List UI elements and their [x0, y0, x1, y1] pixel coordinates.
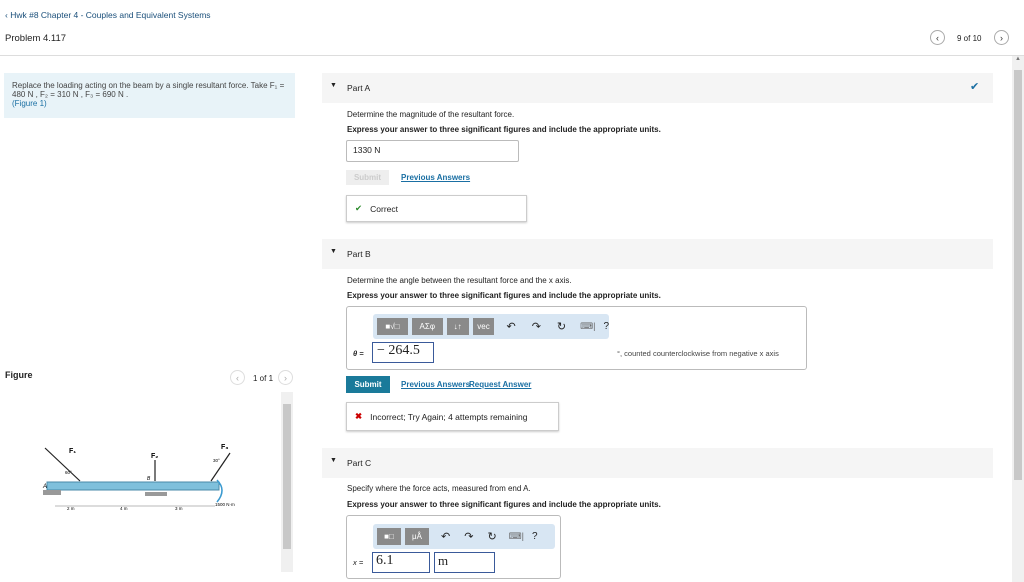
- templates-button[interactable]: ■□: [377, 528, 401, 545]
- beam: [46, 481, 220, 491]
- f3-label: F₃: [221, 444, 229, 451]
- a-label: A: [42, 484, 47, 490]
- next-problem-button[interactable]: ›: [994, 30, 1009, 45]
- help-icon[interactable]: ?: [532, 531, 538, 542]
- part-a-previous-answers-link[interactable]: Previous Answers: [401, 173, 470, 182]
- part-b-previous-answers-link[interactable]: Previous Answers: [401, 380, 470, 389]
- undo-icon[interactable]: ↶: [441, 530, 450, 543]
- feedback-text: Incorrect; Try Again; 4 attempts remaini…: [370, 411, 528, 422]
- request-answer-link[interactable]: Request Answer: [469, 380, 531, 389]
- redo-icon[interactable]: ↷: [464, 530, 473, 543]
- beam-figure: F₁ F₂ F₃ A B 60° 30° 1500 N·m 2 m 4 m 3 …: [42, 444, 235, 511]
- keyboard-icon[interactable]: ⌨|: [580, 321, 595, 332]
- figure-pager: 1 of 1: [253, 374, 274, 383]
- caret-down-icon[interactable]: ▼: [330, 457, 337, 464]
- keyboard-icon[interactable]: ⌨|: [509, 531, 524, 542]
- reset-icon[interactable]: ↻: [557, 320, 566, 333]
- prev-problem-button[interactable]: ‹: [930, 30, 945, 45]
- caret-down-icon[interactable]: ▼: [330, 82, 337, 89]
- part-a-feedback: ✔ Correct: [346, 195, 527, 222]
- part-b-answer-box: ■√□ ΑΣφ ↓↑ vec ↶ ↷ ↻ ⌨| ? θ = − 264.5 °,…: [346, 306, 807, 370]
- part-c-header[interactable]: [322, 448, 993, 478]
- units-button[interactable]: μÅ: [405, 528, 429, 545]
- part-b-answer-input[interactable]: − 264.5: [372, 342, 434, 363]
- help-icon[interactable]: ?: [603, 321, 609, 332]
- page-scrollbar[interactable]: ▲: [1012, 56, 1024, 582]
- pin-support: [43, 490, 61, 495]
- f1-label: F₁: [69, 448, 76, 455]
- part-a-answer-input[interactable]: 1330 N: [346, 140, 519, 162]
- divider: [0, 55, 1024, 56]
- f2-label: F₂: [151, 453, 158, 460]
- undo-icon[interactable]: ↶: [506, 320, 515, 333]
- part-c-instructions: Express your answer to three significant…: [347, 500, 661, 509]
- part-c-value-input[interactable]: 6.1: [372, 552, 430, 573]
- part-c-answer-box: ■□ μÅ ↶ ↷ ↻ ⌨| ? x = 6.1 m: [346, 515, 561, 579]
- part-b-instructions: Express your answer to three significant…: [347, 291, 661, 300]
- part-b-submit-button[interactable]: Submit: [346, 376, 390, 393]
- unit-note: °, counted counterclockwise from negativ…: [617, 349, 779, 358]
- dim-2m: 2 m: [67, 506, 75, 511]
- arrows-button[interactable]: ↓↑: [446, 318, 469, 335]
- angle-30-label: 30°: [213, 458, 220, 463]
- problem-pager: 9 of 10: [957, 34, 982, 43]
- part-c-title: Part C: [347, 458, 372, 468]
- b-label: B: [147, 476, 151, 482]
- math-toolbar: ■√□ ΑΣφ ↓↑ vec ↶ ↷ ↻ ⌨| ?: [373, 314, 609, 339]
- part-b-header[interactable]: [322, 239, 993, 269]
- breadcrumb-text: Hwk #8 Chapter 4 - Couples and Equivalen…: [10, 10, 211, 20]
- part-b-question: Determine the angle between the resultan…: [347, 276, 572, 285]
- caret-down-icon[interactable]: ▼: [330, 248, 337, 255]
- templates-button[interactable]: ■√□: [377, 318, 408, 335]
- check-icon: ✔: [355, 203, 363, 213]
- dim-3m: 3 m: [175, 506, 183, 511]
- figure-label: Figure: [5, 370, 33, 380]
- part-a-question: Determine the magnitude of the resultant…: [347, 110, 515, 119]
- theta-label: θ =: [353, 349, 364, 358]
- x-icon: ✖: [355, 411, 363, 421]
- math-toolbar: ■□ μÅ ↶ ↷ ↻ ⌨| ?: [373, 524, 555, 549]
- part-a-submit-button[interactable]: Submit: [346, 170, 389, 185]
- x-label: x =: [353, 558, 364, 567]
- problem-title: Problem 4.117: [5, 33, 67, 44]
- redo-icon[interactable]: ↷: [532, 320, 541, 333]
- next-figure-button[interactable]: ›: [278, 370, 293, 385]
- part-c-question: Specify where the force acts, measured f…: [347, 484, 531, 493]
- figure-link[interactable]: (Figure 1): [12, 99, 287, 108]
- feedback-text: Correct: [370, 203, 398, 214]
- roller-support: [145, 492, 167, 496]
- vec-button[interactable]: vec: [472, 318, 495, 335]
- reset-icon[interactable]: ↻: [487, 530, 496, 543]
- dim-4m: 4 m: [120, 506, 128, 511]
- part-a-instructions: Express your answer to three significant…: [347, 125, 661, 134]
- greek-symbols-button[interactable]: ΑΣφ: [411, 318, 443, 335]
- breadcrumb[interactable]: ‹ Hwk #8 Chapter 4 - Couples and Equival…: [5, 10, 211, 20]
- part-a-header[interactable]: [322, 73, 993, 103]
- part-b-title: Part B: [347, 249, 371, 259]
- prev-figure-button[interactable]: ‹: [230, 370, 245, 385]
- part-a-title: Part A: [347, 83, 371, 93]
- scroll-up-icon[interactable]: ▲: [1012, 56, 1024, 62]
- angle-60-label: 60°: [65, 470, 72, 475]
- part-c-unit-input[interactable]: m: [434, 552, 495, 573]
- check-icon: ✔: [970, 81, 980, 93]
- figure-scrollbar[interactable]: [281, 392, 293, 572]
- moment-label: 1500 N·m: [215, 502, 235, 507]
- scroll-thumb[interactable]: [1014, 70, 1022, 480]
- part-b-feedback: ✖ Incorrect; Try Again; 4 attempts remain…: [346, 402, 559, 431]
- prompt-text: Replace the loading acting on the beam b…: [12, 81, 285, 99]
- problem-statement: Replace the loading acting on the beam b…: [4, 73, 295, 118]
